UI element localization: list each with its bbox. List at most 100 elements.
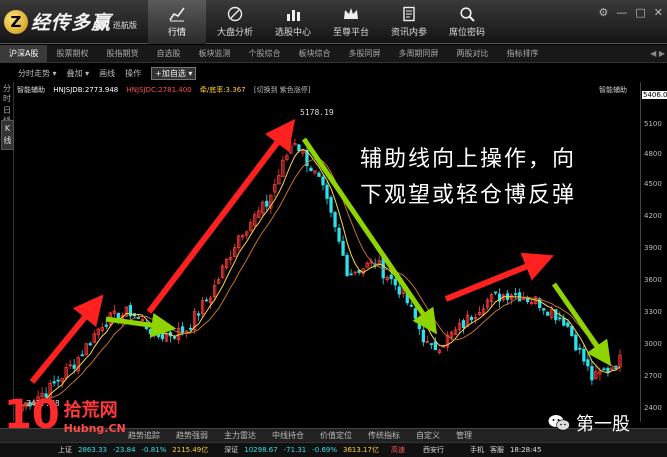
wechat-badge: 第一股 bbox=[548, 410, 630, 436]
tab-main-radar[interactable]: 主力雷达 bbox=[216, 430, 264, 441]
tab-stock-overview[interactable]: 个股综合 bbox=[239, 45, 289, 63]
app-logo: Z 经传多赢 巡航版 bbox=[4, 8, 137, 35]
index1-name: 上证 bbox=[58, 446, 72, 454]
switch-link[interactable]: [切换到 紫色涨停] bbox=[254, 86, 311, 94]
annotation-line-1: 辅助线向上操作，向 bbox=[360, 147, 577, 172]
candle-body bbox=[80, 354, 84, 357]
nav-label: 大盘分析 bbox=[216, 28, 253, 38]
candle-body bbox=[542, 308, 546, 311]
app-edition: 巡航版 bbox=[113, 21, 138, 30]
logo-icon: Z bbox=[4, 9, 28, 34]
add-watchlist-button[interactable]: +加自选 ▾ bbox=[151, 66, 197, 80]
k-line-tab[interactable]: K线 bbox=[1, 120, 14, 150]
tab-stock-options[interactable]: 股票期权 bbox=[47, 45, 97, 63]
tab-value-position[interactable]: 价值定位 bbox=[312, 430, 360, 441]
candle-body bbox=[582, 348, 586, 362]
candle-body bbox=[558, 317, 562, 320]
operate-button[interactable]: 操作 bbox=[125, 68, 141, 79]
maximize-icon[interactable]: □ bbox=[635, 6, 645, 19]
left-period-strip: 分时 日线 K线 bbox=[0, 82, 14, 422]
watermark-text: 拾荒网 Hubng.CN bbox=[64, 396, 126, 435]
tab-mid-position[interactable]: 中线持仓 bbox=[264, 430, 312, 441]
y-tick: 2700 bbox=[644, 372, 662, 380]
watermark-en: Hubng.CN bbox=[63, 421, 126, 435]
nav-item-seat-code[interactable]: 席位密码 bbox=[438, 0, 496, 44]
up-arrow-2 bbox=[146, 119, 296, 314]
minimize-icon[interactable]: — bbox=[616, 6, 627, 19]
app-name: 经传多赢 bbox=[31, 12, 112, 34]
candle-body bbox=[104, 324, 108, 327]
tab-classic-indicators[interactable]: 传统指标 bbox=[360, 430, 408, 441]
mobile-link[interactable]: 手机 bbox=[470, 445, 484, 455]
y-tick: 5100 bbox=[644, 120, 662, 128]
annotation-text: 辅助线向上操作，向 下观望或轻仓博反弹 bbox=[360, 142, 640, 214]
candle-body bbox=[56, 379, 60, 382]
intraday-label[interactable]: 分时 bbox=[0, 84, 14, 104]
overlay-dropdown[interactable]: 叠加 ▾ bbox=[67, 68, 90, 79]
candle-body bbox=[397, 286, 401, 295]
candle-body bbox=[461, 320, 466, 329]
intraday-dropdown[interactable]: 分时走势 ▾ bbox=[18, 68, 57, 79]
candle-body bbox=[160, 333, 165, 340]
draw-line-button[interactable]: 画线 bbox=[99, 68, 115, 79]
tab-scroll-arrows[interactable]: ◀ ▶ bbox=[650, 45, 665, 63]
window-controls: ⚙ — □ ✕ bbox=[599, 6, 664, 19]
candle-body bbox=[469, 316, 474, 321]
index1-value: 2863.33 bbox=[78, 446, 107, 454]
settings-icon[interactable]: ⚙ bbox=[599, 6, 609, 19]
tab-trend-tracking[interactable]: 趋势追踪 bbox=[120, 430, 168, 441]
candle-body bbox=[570, 325, 574, 337]
speed-label: 高速 bbox=[390, 446, 405, 454]
annotation-line-2: 下观望或轻仓博反弹 bbox=[360, 183, 577, 208]
top-toolbar: Z 经传多赢 巡航版 行情 大盘分析 选股中心 至尊平台 资讯内参 席位密码 ⚙… bbox=[0, 0, 667, 44]
candle-body bbox=[606, 367, 610, 373]
nav-item-stock-picker[interactable]: 选股中心 bbox=[264, 0, 322, 44]
candle-body bbox=[349, 273, 353, 276]
broker-label[interactable]: 西安行 bbox=[423, 445, 444, 455]
candle-body bbox=[317, 172, 321, 177]
tab-custom[interactable]: 自定义 bbox=[408, 430, 448, 441]
candle-body bbox=[493, 291, 498, 294]
candle-body bbox=[333, 212, 337, 228]
tab-index-futures[interactable]: 股指期货 bbox=[97, 45, 147, 63]
watermark-number: 10 bbox=[4, 392, 60, 438]
main-nav: 行情 大盘分析 选股中心 至尊平台 资讯内参 席位密码 bbox=[148, 0, 496, 44]
y-tick: 4800 bbox=[644, 150, 662, 158]
nav-label: 选股中心 bbox=[274, 28, 311, 38]
tab-sector-overview[interactable]: 板块综合 bbox=[289, 45, 339, 63]
candle-body bbox=[526, 298, 530, 303]
tab-sh-sz-a[interactable]: 沪深A股 bbox=[0, 44, 48, 63]
close-icon[interactable]: ✕ bbox=[654, 6, 663, 19]
index2-amount: 3613.17亿 bbox=[343, 446, 379, 454]
tab-sector-monitor[interactable]: 板块监测 bbox=[189, 45, 239, 63]
candle-body bbox=[188, 327, 193, 330]
tab-indicator-sort[interactable]: 指标排序 bbox=[497, 45, 547, 63]
tab-manage[interactable]: 管理 bbox=[448, 430, 480, 441]
candle-body bbox=[345, 254, 349, 276]
service-link[interactable]: 客服 bbox=[490, 445, 504, 455]
nav-item-news[interactable]: 资讯内参 bbox=[380, 0, 438, 44]
clock: 18:28:45 bbox=[509, 446, 542, 454]
candle-body bbox=[337, 227, 341, 242]
wechat-account-name: 第一股 bbox=[576, 414, 630, 435]
candle-body bbox=[602, 368, 606, 371]
nav-item-market-analysis[interactable]: 大盘分析 bbox=[206, 0, 264, 44]
nav-item-quotes[interactable]: 行情 bbox=[148, 0, 206, 44]
nav-item-premium[interactable]: 至尊平台 bbox=[322, 0, 380, 44]
candle-body bbox=[329, 197, 333, 213]
tab-multi-period[interactable]: 多周期同屏 bbox=[389, 45, 447, 63]
tab-trend-strength[interactable]: 趋势强弱 bbox=[168, 430, 216, 441]
tab-multi-stock[interactable]: 多股同屏 bbox=[339, 45, 389, 63]
candle-body bbox=[72, 364, 76, 369]
indicator-name: 智能辅助 bbox=[17, 86, 45, 94]
candle-body bbox=[389, 274, 393, 280]
candle-body bbox=[393, 278, 397, 286]
candle-body bbox=[88, 343, 92, 346]
tab-watchlist[interactable]: 自选股 bbox=[147, 45, 189, 63]
candle-body bbox=[433, 341, 438, 351]
candle-body bbox=[309, 167, 313, 172]
tab-compare[interactable]: 两股对比 bbox=[447, 45, 497, 63]
candle-body bbox=[325, 184, 329, 199]
candle-body bbox=[172, 336, 177, 339]
down-arrow-3 bbox=[551, 282, 612, 367]
